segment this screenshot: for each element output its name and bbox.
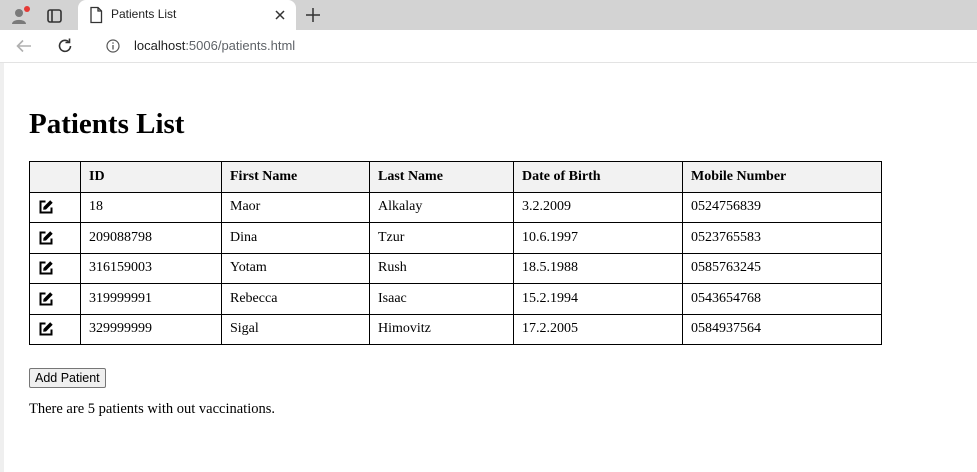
edit-icon[interactable] — [38, 260, 54, 276]
browser-toolbar: localhost:5006/patients.html — [0, 30, 977, 63]
cell-first-name: Yotam — [221, 252, 370, 284]
edit-cell — [29, 313, 81, 345]
edit-icon[interactable] — [38, 321, 54, 337]
cell-mobile-number: 0524756839 — [682, 191, 882, 223]
header-id: ID — [80, 161, 222, 193]
cell-mobile-number: 0543654768 — [682, 283, 882, 315]
table-header-row: ID First Name Last Name Date of Birth Mo… — [29, 161, 882, 193]
back-arrow-icon[interactable] — [14, 37, 34, 55]
cell-date-of-birth: 18.5.1988 — [513, 252, 683, 284]
cell-id: 209088798 — [80, 222, 222, 254]
cell-date-of-birth: 17.2.2005 — [513, 313, 683, 345]
page-title: Patients List — [29, 108, 185, 140]
header-first-name: First Name — [221, 161, 370, 193]
header-actions — [29, 161, 81, 193]
url-text[interactable]: localhost:5006/patients.html — [134, 38, 295, 53]
cell-last-name: Rush — [369, 252, 514, 284]
page-icon — [88, 6, 104, 24]
cell-first-name: Rebecca — [221, 283, 370, 315]
cell-id: 329999999 — [80, 313, 222, 345]
cell-first-name: Maor — [221, 191, 370, 223]
table-row: 316159003 Yotam Rush 18.5.1988 058576324… — [29, 252, 882, 284]
tab-actions-icon[interactable] — [44, 5, 66, 27]
cell-last-name: Isaac — [369, 283, 514, 315]
cell-mobile-number: 0584937564 — [682, 313, 882, 345]
close-icon[interactable] — [272, 7, 288, 23]
browser-tab[interactable]: Patients List — [78, 0, 296, 30]
table-row: 329999999 Sigal Himovitz 17.2.2005 05849… — [29, 313, 882, 345]
reload-icon[interactable] — [55, 36, 75, 56]
address-bar[interactable]: localhost:5006/patients.html — [90, 33, 977, 59]
cell-first-name: Dina — [221, 222, 370, 254]
info-icon[interactable] — [106, 39, 120, 53]
tab-strip: Patients List — [0, 0, 977, 30]
cell-mobile-number: 0523765583 — [682, 222, 882, 254]
cell-first-name: Sigal — [221, 313, 370, 345]
cell-id: 319999991 — [80, 283, 222, 315]
table-row: 18 Maor Alkalay 3.2.2009 0524756839 — [29, 191, 882, 223]
cell-id: 18 — [80, 191, 222, 223]
url-path: :5006/patients.html — [185, 38, 296, 53]
table-row: 209088798 Dina Tzur 10.6.1997 0523765583 — [29, 222, 882, 254]
vaccination-status-text: There are 5 patients with out vaccinatio… — [29, 401, 276, 417]
edit-icon[interactable] — [38, 291, 54, 307]
edit-cell — [29, 252, 81, 284]
patients-table: ID First Name Last Name Date of Birth Mo… — [29, 161, 882, 345]
header-mobile-number: Mobile Number — [682, 161, 882, 193]
profile-icon[interactable] — [10, 5, 32, 27]
cell-last-name: Himovitz — [369, 313, 514, 345]
header-last-name: Last Name — [369, 161, 514, 193]
plus-icon[interactable] — [303, 5, 323, 25]
header-date-of-birth: Date of Birth — [513, 161, 683, 193]
cell-date-of-birth: 10.6.1997 — [513, 222, 683, 254]
cell-mobile-number: 0585763245 — [682, 252, 882, 284]
edit-cell — [29, 283, 81, 315]
cell-id: 316159003 — [80, 252, 222, 284]
add-patient-button[interactable]: Add Patient — [29, 368, 106, 388]
cell-date-of-birth: 3.2.2009 — [513, 191, 683, 223]
edit-icon[interactable] — [38, 230, 54, 246]
cell-last-name: Tzur — [369, 222, 514, 254]
table-row: 319999991 Rebecca Isaac 15.2.1994 054365… — [29, 283, 882, 315]
cell-date-of-birth: 15.2.1994 — [513, 283, 683, 315]
edit-icon[interactable] — [38, 199, 54, 215]
url-host: localhost — [134, 38, 186, 53]
edit-cell — [29, 222, 81, 254]
cell-last-name: Alkalay — [369, 191, 514, 223]
page-content: Patients List ID First Name Last Name Da… — [0, 63, 977, 472]
tab-title: Patients List — [111, 7, 177, 21]
edit-cell — [29, 191, 81, 223]
